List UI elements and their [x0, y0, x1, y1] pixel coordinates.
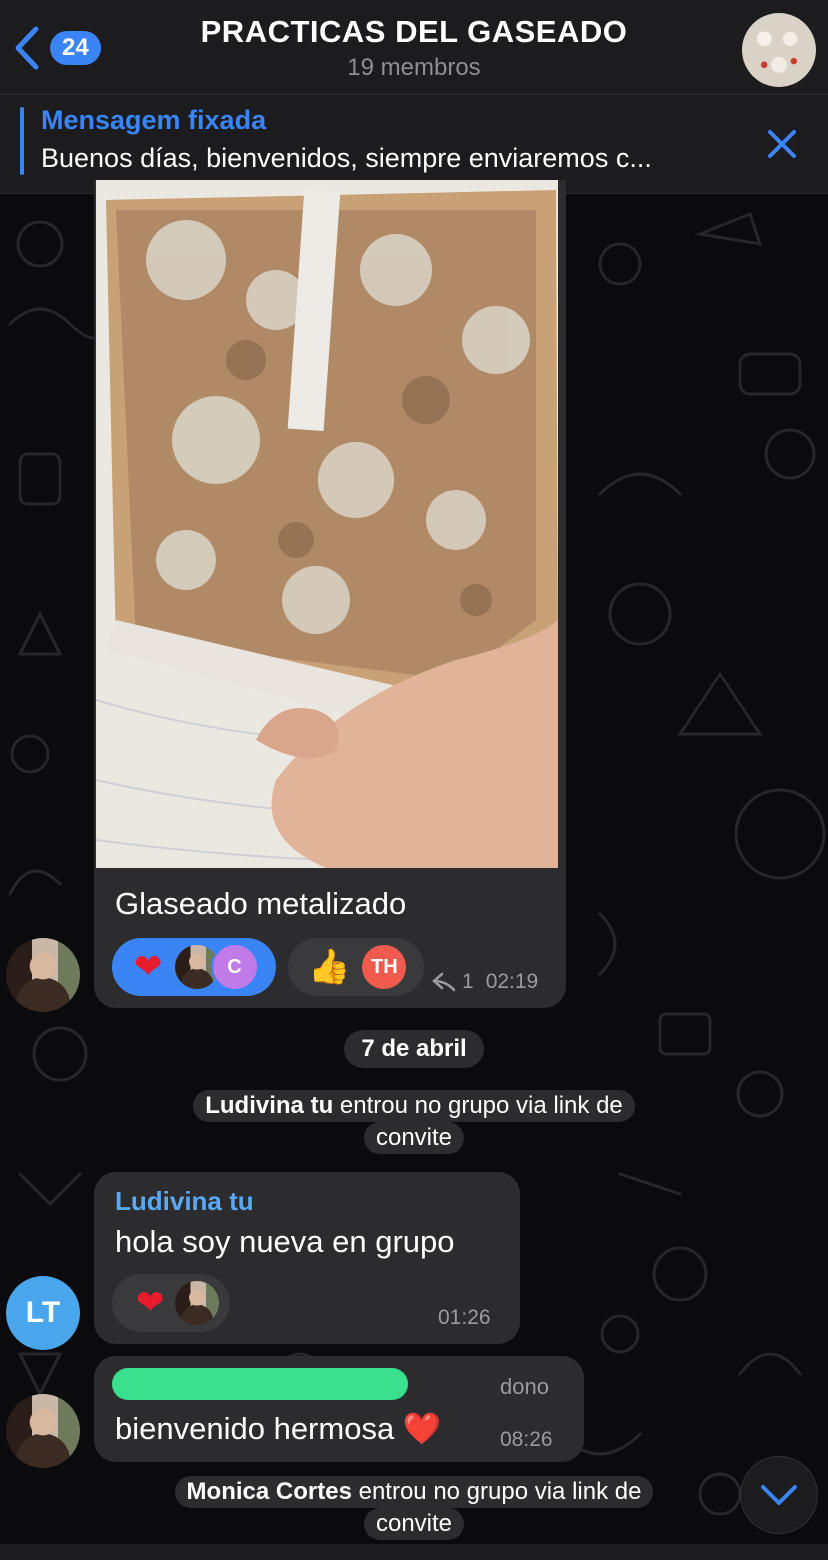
unread-count-badge: 24 — [50, 31, 101, 65]
sender-avatar[interactable] — [6, 938, 80, 1012]
owner-tag: dono — [500, 1374, 549, 1399]
chevron-left-icon — [15, 26, 39, 70]
scroll-down-button[interactable] — [740, 1456, 818, 1534]
back-button[interactable]: 24 — [12, 22, 112, 74]
close-icon[interactable] — [762, 124, 802, 164]
join-text-2: convite — [363, 1122, 465, 1154]
service-message-join: Monica Cortes entrou no grupo via link d… — [120, 1476, 708, 1540]
reply-icon — [432, 972, 456, 992]
chat-title[interactable]: PRACTICAS DEL GASEADO — [150, 14, 678, 50]
message-text: bienvenido hermosa ❤️ — [115, 1411, 442, 1446]
message-text: hola soy nueva en grupo — [115, 1224, 455, 1259]
reactor-avatar — [174, 1281, 219, 1325]
reactor-avatar-initials: TH — [362, 945, 407, 989]
member-count: 19 membros — [347, 54, 481, 81]
joined-user-name[interactable]: Monica Cortes — [187, 1478, 352, 1505]
sender-avatar[interactable] — [6, 1394, 80, 1468]
media-message-bubble[interactable]: Glaseado metalizado ❤ C 👍 TH 1 02:19 — [94, 180, 566, 1008]
heart-reaction[interactable]: ❤ — [112, 1274, 230, 1332]
bottom-bar — [0, 1544, 828, 1560]
chat-header: 24 PRACTICAS DEL GASEADO 19 membros — [0, 0, 828, 95]
message-bubble-ludivina[interactable]: Ludivina tu hola soy nueva en grupo ❤ 01… — [94, 1172, 520, 1344]
reactor-avatar-letter: C — [210, 943, 259, 991]
heart-icon: ❤ — [136, 1284, 165, 1322]
message-time: 02:19 — [485, 970, 539, 993]
heart-reaction[interactable]: ❤ C — [112, 938, 276, 996]
join-text-2: convite — [363, 1508, 465, 1540]
thumbs-up-icon: 👍 — [308, 948, 351, 986]
pinned-accent-bar — [20, 107, 24, 175]
reply-count: 1 — [462, 970, 474, 993]
date-separator: 7 de abril — [344, 1030, 484, 1068]
thumbs-up-reaction[interactable]: 👍 TH — [288, 938, 424, 996]
sender-avatar-initials[interactable]: LT — [6, 1276, 80, 1350]
service-message-join: Ludivina tu entrou no grupo via link de … — [140, 1090, 688, 1154]
message-meta: 1 02:19 — [432, 970, 538, 994]
group-avatar[interactable] — [742, 13, 816, 87]
media-caption: Glaseado metalizado — [115, 886, 407, 921]
pinned-text: Buenos días, bienvenidos, siempre enviar… — [41, 143, 652, 173]
pinned-label: Mensagem fixada — [41, 105, 267, 135]
sender-name[interactable]: Ludivina tu — [115, 1186, 254, 1217]
message-time: 08:26 — [500, 1428, 553, 1451]
message-time: 01:26 — [438, 1306, 491, 1329]
redacted-sender-name — [112, 1368, 408, 1400]
video-thumbnail[interactable] — [96, 180, 558, 868]
join-text: entrou no grupo via link de — [339, 1092, 623, 1119]
join-text: entrou no grupo via link de — [358, 1478, 642, 1505]
heart-icon: ❤ — [134, 948, 163, 986]
joined-user-name[interactable]: Ludivina tu — [205, 1092, 333, 1119]
chevron-down-icon — [761, 1485, 797, 1505]
